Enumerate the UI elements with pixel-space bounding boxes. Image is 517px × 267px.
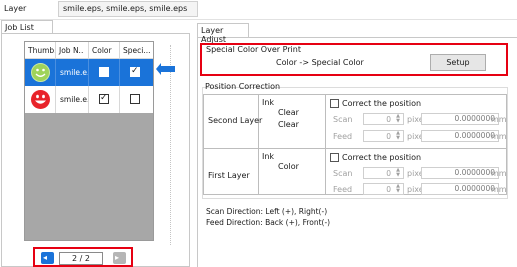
column-header-thumbnail[interactable]: Thumb..: [25, 42, 56, 59]
table-divider: [325, 95, 326, 194]
ink-label: Ink: [262, 98, 275, 107]
panel-splitter[interactable]: [170, 45, 172, 245]
feed-direction-note: Feed Direction: Back (+), Front(-): [206, 218, 331, 227]
special-color-title: Special Color Over Print: [206, 45, 301, 54]
arrow-left-icon: [156, 63, 175, 75]
layer-label: Layer: [4, 4, 27, 13]
scan-direction-note: Scan Direction: Left (+), Right(-): [206, 207, 328, 216]
tab-layer-adjust[interactable]: Layer Adjust: [197, 23, 249, 44]
layer-name: First Layer: [208, 171, 250, 180]
scan-label: Scan: [333, 115, 353, 124]
scan-mm-field[interactable]: 0.0000000: [421, 167, 499, 179]
mm-unit: mm: [491, 169, 507, 178]
ink-label: Ink: [262, 152, 275, 161]
job-name: smile.e...: [60, 95, 88, 104]
column-header-special[interactable]: Speci...: [120, 42, 153, 59]
spin-arrows-icon[interactable]: ▲ ▼: [394, 131, 402, 141]
feed-pixel-value: 0: [386, 132, 391, 141]
special-checkbox[interactable]: [130, 94, 140, 104]
layer-name-field[interactable]: smile.eps, smile.eps, smile.eps: [58, 1, 198, 17]
scan-mm-field[interactable]: 0.0000000: [421, 113, 499, 125]
ink-value: Clear: [278, 108, 299, 117]
correct-position-checkbox[interactable]: [330, 99, 339, 108]
feed-pixel-value: 0: [386, 185, 391, 194]
ink-value: Color: [278, 162, 299, 171]
ink-value: Clear: [278, 120, 299, 129]
table-divider: [258, 95, 259, 194]
table-row[interactable]: smile.e... ✓: [25, 59, 153, 86]
scan-pixel-value: 0: [386, 169, 391, 178]
scan-pixel-stepper[interactable]: 0 ▲ ▼: [363, 167, 404, 179]
layer-name: Second Layer: [208, 116, 263, 125]
smiley-thumbnail-icon: [31, 90, 50, 109]
page-indicator: 2 / 2: [59, 252, 103, 265]
column-header-color[interactable]: Color: [89, 42, 120, 59]
spin-arrows-icon[interactable]: ▲ ▼: [394, 114, 402, 124]
smiley-thumbnail-icon: [31, 63, 50, 82]
correct-position-label: Correct the position: [342, 153, 422, 162]
position-correction-title: Position Correction: [205, 82, 281, 91]
header-divider: [0, 19, 517, 20]
spin-arrows-icon[interactable]: ▲ ▼: [394, 168, 402, 178]
arrow-right-icon: ▸: [115, 253, 120, 262]
scan-pixel-value: 0: [386, 115, 391, 124]
job-table-header: Thumb.. Job N.. Color Speci...: [25, 42, 153, 59]
feed-pixel-stepper[interactable]: 0 ▲ ▼: [363, 130, 404, 142]
table-divider: [204, 148, 506, 149]
job-table: Thumb.. Job N.. Color Speci... smile.e..…: [24, 41, 154, 241]
setup-button[interactable]: Setup: [430, 54, 486, 71]
color-checkbox[interactable]: ✓: [99, 93, 109, 104]
mm-unit: mm: [491, 115, 507, 124]
feed-mm-field[interactable]: 0.0000000: [421, 130, 499, 142]
special-checkbox[interactable]: ✓: [130, 66, 140, 77]
scan-pixel-stepper[interactable]: 0 ▲ ▼: [363, 113, 404, 125]
scan-label: Scan: [333, 169, 353, 178]
correct-position-checkbox[interactable]: [330, 153, 339, 162]
mm-unit: mm: [491, 185, 507, 194]
tab-job-list[interactable]: Job List: [1, 20, 53, 34]
mm-unit: mm: [491, 132, 507, 141]
feed-label: Feed: [333, 185, 353, 194]
color-checkbox[interactable]: [99, 67, 109, 77]
pagination: ◂ 2 / 2 ▸: [33, 247, 133, 267]
arrow-left-icon: ◂: [43, 253, 48, 262]
spin-arrows-icon[interactable]: ▲ ▼: [394, 184, 402, 194]
special-color-mapping: Color -> Special Color: [276, 58, 364, 67]
correct-position-label: Correct the position: [342, 99, 422, 108]
feed-mm-field[interactable]: 0.0000000: [421, 183, 499, 195]
table-row[interactable]: smile.e... ✓: [25, 86, 153, 113]
feed-pixel-stepper[interactable]: 0 ▲ ▼: [363, 183, 404, 195]
column-header-job-name[interactable]: Job N..: [56, 42, 89, 59]
previous-page-button[interactable]: ◂: [41, 252, 54, 264]
job-name: smile.e...: [60, 68, 88, 77]
next-page-button[interactable]: ▸: [113, 252, 126, 264]
feed-label: Feed: [333, 132, 353, 141]
position-correction-table: Second Layer Ink Clear Clear Correct the…: [203, 94, 507, 195]
